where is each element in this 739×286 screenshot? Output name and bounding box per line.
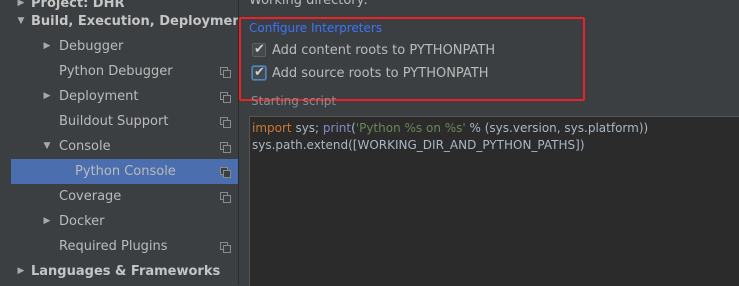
tree-item-label: Languages & Frameworks <box>31 264 221 279</box>
project-level-copy-icon <box>220 192 231 203</box>
tree-item-label: Python Debugger <box>59 64 173 79</box>
tree-item-label: Python Console <box>75 164 176 179</box>
checkmark-icon: ✔ <box>254 42 265 57</box>
tree-item[interactable]: ▶ Docker <box>11 209 238 234</box>
expanded-arrow-icon[interactable]: ▼ <box>15 9 27 34</box>
starting-script-editor[interactable]: import sys; print('Python %s on %s' % (s… <box>249 116 739 286</box>
tree-item-label: Console <box>59 139 111 154</box>
tree-item-label: Debugger <box>59 39 124 54</box>
collapsed-arrow-icon[interactable]: ▶ <box>15 259 27 284</box>
tree-item[interactable]: Python Console <box>11 159 238 184</box>
tree-item[interactable]: ▶ Deployment <box>11 84 238 109</box>
project-level-copy-icon <box>220 167 231 178</box>
tree-item[interactable]: Python Debugger <box>11 59 238 84</box>
tree-item-label: Required Plugins <box>59 239 168 254</box>
tree-item[interactable]: Coverage <box>11 184 238 209</box>
left-gutter <box>0 0 11 285</box>
tree-item[interactable]: ▶ Languages & Frameworks <box>11 259 238 284</box>
add-content-roots-label: Add content roots to PYTHONPATH <box>272 43 496 58</box>
project-level-copy-icon <box>220 92 231 103</box>
tree-item-label: Deployment <box>59 89 139 104</box>
starting-script-label: Starting script <box>251 94 337 108</box>
add-source-roots-label: Add source roots to PYTHONPATH <box>272 66 489 81</box>
tree-item-label: Docker <box>59 214 105 229</box>
tree-item[interactable]: ▼ Console <box>11 134 238 159</box>
tree-item[interactable]: ▶ Debugger <box>11 34 238 59</box>
code-string: 'Python %s on %s' <box>355 121 466 135</box>
tree-item[interactable]: Required Plugins <box>11 234 238 259</box>
add-content-roots-checkbox[interactable]: ✔ <box>252 42 266 57</box>
collapsed-arrow-icon[interactable]: ▶ <box>41 84 53 109</box>
tree-item-label: Coverage <box>59 189 122 204</box>
collapsed-arrow-icon[interactable]: ▶ <box>41 209 53 234</box>
code-line-1: import sys; print('Python %s on %s' % (s… <box>252 121 648 135</box>
tree-item[interactable]: ▼ Build, Execution, Deployment <box>11 9 248 34</box>
expanded-arrow-icon[interactable]: ▼ <box>41 134 53 159</box>
configure-interpreters-link[interactable]: Configure Interpreters <box>249 21 382 35</box>
code-builtin: print <box>322 121 352 135</box>
project-level-copy-icon <box>220 67 231 78</box>
collapsed-arrow-icon[interactable]: ▶ <box>41 34 53 59</box>
code-text: % (sys.version, sys.platform)) <box>465 121 649 135</box>
project-level-copy-icon <box>220 242 231 253</box>
add-source-roots-checkbox[interactable]: ✔ <box>252 65 266 80</box>
code-text: sys; <box>291 121 323 135</box>
tree-item[interactable]: Buildout Support <box>11 109 238 134</box>
code-keyword: import <box>252 121 292 135</box>
project-level-copy-icon <box>220 117 231 128</box>
working-directory-label: Working directory: <box>249 0 368 8</box>
settings-tree: ▶ Project: DHR ▼ Build, Execution, Deployme… <box>11 0 248 285</box>
checkmark-icon: ✔ <box>254 65 265 80</box>
project-level-copy-icon <box>220 142 231 153</box>
python-console-settings: Working directory: Configure Interpreter… <box>239 0 739 286</box>
tree-item-label: Buildout Support <box>59 114 169 129</box>
code-line-2: sys.path.extend([WORKING_DIR_AND_PYTHON_… <box>252 138 585 152</box>
tree-item-label: Build, Execution, Deployment <box>31 14 248 29</box>
